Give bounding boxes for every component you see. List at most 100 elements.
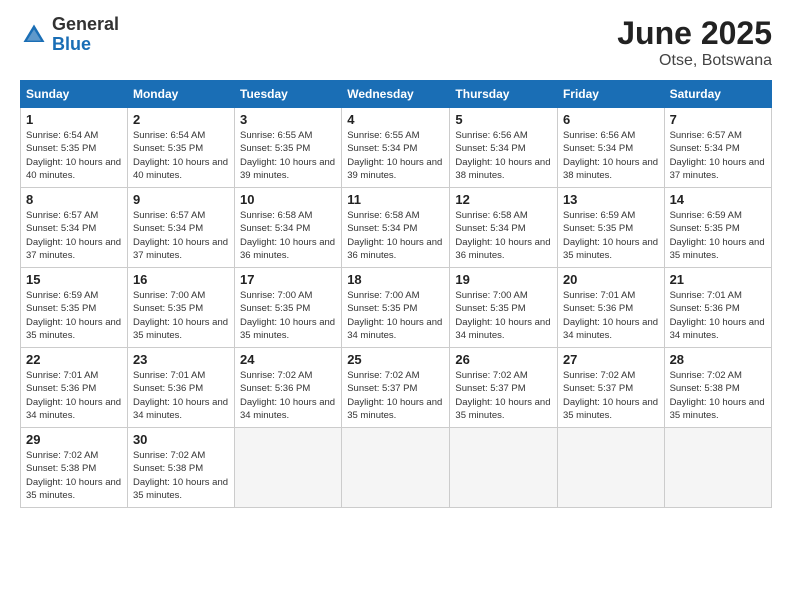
calendar-cell: 11 Sunrise: 6:58 AMSunset: 5:34 PMDaylig… <box>342 188 450 268</box>
calendar-cell: 24 Sunrise: 7:02 AMSunset: 5:36 PMDaylig… <box>235 348 342 428</box>
day-number: 18 <box>347 272 444 287</box>
day-detail: Sunrise: 7:00 AMSunset: 5:35 PMDaylight:… <box>347 290 442 341</box>
day-number: 29 <box>26 432 122 447</box>
calendar-cell: 29 Sunrise: 7:02 AMSunset: 5:38 PMDaylig… <box>21 428 128 508</box>
day-number: 13 <box>563 192 659 207</box>
calendar-cell: 13 Sunrise: 6:59 AMSunset: 5:35 PMDaylig… <box>557 188 664 268</box>
location: Otse, Botswana <box>617 52 772 70</box>
day-number: 7 <box>670 112 766 127</box>
day-number: 10 <box>240 192 336 207</box>
col-wednesday: Wednesday <box>342 81 450 108</box>
day-detail: Sunrise: 6:56 AMSunset: 5:34 PMDaylight:… <box>455 130 550 181</box>
day-number: 21 <box>670 272 766 287</box>
day-number: 14 <box>670 192 766 207</box>
calendar-cell: 28 Sunrise: 7:02 AMSunset: 5:38 PMDaylig… <box>664 348 771 428</box>
day-number: 8 <box>26 192 122 207</box>
day-detail: Sunrise: 7:01 AMSunset: 5:36 PMDaylight:… <box>133 370 228 421</box>
day-detail: Sunrise: 6:57 AMSunset: 5:34 PMDaylight:… <box>26 210 121 261</box>
day-detail: Sunrise: 6:58 AMSunset: 5:34 PMDaylight:… <box>240 210 335 261</box>
day-number: 26 <box>455 352 552 367</box>
calendar-cell: 12 Sunrise: 6:58 AMSunset: 5:34 PMDaylig… <box>450 188 558 268</box>
day-detail: Sunrise: 7:02 AMSunset: 5:37 PMDaylight:… <box>455 370 550 421</box>
calendar-week-1: 1 Sunrise: 6:54 AMSunset: 5:35 PMDayligh… <box>21 108 772 188</box>
day-number: 5 <box>455 112 552 127</box>
day-detail: Sunrise: 7:00 AMSunset: 5:35 PMDaylight:… <box>240 290 335 341</box>
calendar-week-4: 22 Sunrise: 7:01 AMSunset: 5:36 PMDaylig… <box>21 348 772 428</box>
calendar-cell: 20 Sunrise: 7:01 AMSunset: 5:36 PMDaylig… <box>557 268 664 348</box>
calendar-cell: 16 Sunrise: 7:00 AMSunset: 5:35 PMDaylig… <box>127 268 234 348</box>
calendar-header-row: Sunday Monday Tuesday Wednesday Thursday… <box>21 81 772 108</box>
day-detail: Sunrise: 7:02 AMSunset: 5:38 PMDaylight:… <box>26 450 121 501</box>
day-detail: Sunrise: 6:59 AMSunset: 5:35 PMDaylight:… <box>563 210 658 261</box>
calendar-cell: 30 Sunrise: 7:02 AMSunset: 5:38 PMDaylig… <box>127 428 234 508</box>
day-number: 22 <box>26 352 122 367</box>
day-detail: Sunrise: 6:56 AMSunset: 5:34 PMDaylight:… <box>563 130 658 181</box>
day-number: 9 <box>133 192 229 207</box>
day-detail: Sunrise: 6:57 AMSunset: 5:34 PMDaylight:… <box>670 130 765 181</box>
day-detail: Sunrise: 6:57 AMSunset: 5:34 PMDaylight:… <box>133 210 228 261</box>
month-title: June 2025 <box>617 15 772 52</box>
calendar-cell: 2 Sunrise: 6:54 AMSunset: 5:35 PMDayligh… <box>127 108 234 188</box>
day-detail: Sunrise: 7:00 AMSunset: 5:35 PMDaylight:… <box>455 290 550 341</box>
day-detail: Sunrise: 7:01 AMSunset: 5:36 PMDaylight:… <box>26 370 121 421</box>
day-number: 4 <box>347 112 444 127</box>
calendar-cell <box>664 428 771 508</box>
calendar-cell: 1 Sunrise: 6:54 AMSunset: 5:35 PMDayligh… <box>21 108 128 188</box>
calendar-cell: 7 Sunrise: 6:57 AMSunset: 5:34 PMDayligh… <box>664 108 771 188</box>
calendar-cell: 27 Sunrise: 7:02 AMSunset: 5:37 PMDaylig… <box>557 348 664 428</box>
calendar-cell <box>235 428 342 508</box>
calendar-cell: 3 Sunrise: 6:55 AMSunset: 5:35 PMDayligh… <box>235 108 342 188</box>
calendar-cell: 26 Sunrise: 7:02 AMSunset: 5:37 PMDaylig… <box>450 348 558 428</box>
title-block: June 2025 Otse, Botswana <box>617 15 772 70</box>
day-detail: Sunrise: 6:58 AMSunset: 5:34 PMDaylight:… <box>455 210 550 261</box>
calendar-cell: 25 Sunrise: 7:02 AMSunset: 5:37 PMDaylig… <box>342 348 450 428</box>
day-number: 27 <box>563 352 659 367</box>
day-detail: Sunrise: 6:54 AMSunset: 5:35 PMDaylight:… <box>26 130 121 181</box>
calendar-cell: 22 Sunrise: 7:01 AMSunset: 5:36 PMDaylig… <box>21 348 128 428</box>
col-monday: Monday <box>127 81 234 108</box>
col-saturday: Saturday <box>664 81 771 108</box>
day-number: 20 <box>563 272 659 287</box>
day-detail: Sunrise: 6:55 AMSunset: 5:35 PMDaylight:… <box>240 130 335 181</box>
col-tuesday: Tuesday <box>235 81 342 108</box>
calendar: Sunday Monday Tuesday Wednesday Thursday… <box>20 80 772 508</box>
logo: General Blue <box>20 15 119 55</box>
day-detail: Sunrise: 6:59 AMSunset: 5:35 PMDaylight:… <box>26 290 121 341</box>
logo-icon <box>20 21 48 49</box>
col-thursday: Thursday <box>450 81 558 108</box>
day-number: 19 <box>455 272 552 287</box>
day-number: 16 <box>133 272 229 287</box>
day-detail: Sunrise: 6:54 AMSunset: 5:35 PMDaylight:… <box>133 130 228 181</box>
day-number: 12 <box>455 192 552 207</box>
day-detail: Sunrise: 7:01 AMSunset: 5:36 PMDaylight:… <box>563 290 658 341</box>
page: General Blue June 2025 Otse, Botswana Su… <box>0 0 792 612</box>
calendar-cell: 4 Sunrise: 6:55 AMSunset: 5:34 PMDayligh… <box>342 108 450 188</box>
logo-general: General <box>52 15 119 35</box>
day-number: 28 <box>670 352 766 367</box>
day-number: 24 <box>240 352 336 367</box>
day-number: 2 <box>133 112 229 127</box>
logo-blue: Blue <box>52 35 119 55</box>
col-sunday: Sunday <box>21 81 128 108</box>
day-detail: Sunrise: 7:01 AMSunset: 5:36 PMDaylight:… <box>670 290 765 341</box>
day-number: 3 <box>240 112 336 127</box>
calendar-cell <box>557 428 664 508</box>
calendar-cell: 17 Sunrise: 7:00 AMSunset: 5:35 PMDaylig… <box>235 268 342 348</box>
calendar-cell: 18 Sunrise: 7:00 AMSunset: 5:35 PMDaylig… <box>342 268 450 348</box>
day-number: 23 <box>133 352 229 367</box>
day-detail: Sunrise: 7:00 AMSunset: 5:35 PMDaylight:… <box>133 290 228 341</box>
calendar-cell <box>342 428 450 508</box>
day-number: 25 <box>347 352 444 367</box>
calendar-week-2: 8 Sunrise: 6:57 AMSunset: 5:34 PMDayligh… <box>21 188 772 268</box>
calendar-cell: 10 Sunrise: 6:58 AMSunset: 5:34 PMDaylig… <box>235 188 342 268</box>
day-number: 6 <box>563 112 659 127</box>
day-detail: Sunrise: 7:02 AMSunset: 5:37 PMDaylight:… <box>563 370 658 421</box>
calendar-cell: 9 Sunrise: 6:57 AMSunset: 5:34 PMDayligh… <box>127 188 234 268</box>
day-detail: Sunrise: 7:02 AMSunset: 5:37 PMDaylight:… <box>347 370 442 421</box>
calendar-week-3: 15 Sunrise: 6:59 AMSunset: 5:35 PMDaylig… <box>21 268 772 348</box>
header: General Blue June 2025 Otse, Botswana <box>20 15 772 70</box>
day-number: 30 <box>133 432 229 447</box>
day-number: 11 <box>347 192 444 207</box>
calendar-cell: 14 Sunrise: 6:59 AMSunset: 5:35 PMDaylig… <box>664 188 771 268</box>
day-detail: Sunrise: 6:58 AMSunset: 5:34 PMDaylight:… <box>347 210 442 261</box>
